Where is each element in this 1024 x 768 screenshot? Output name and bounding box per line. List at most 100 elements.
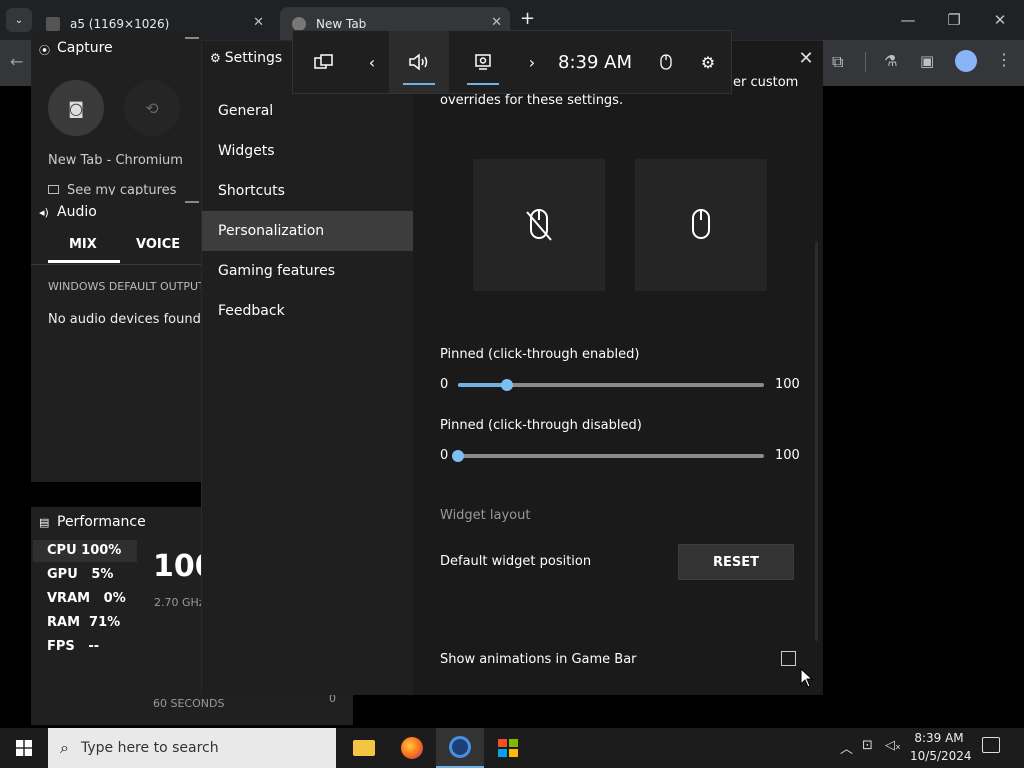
settings-title: ⚙ Settings — [210, 50, 283, 66]
mouse-crossed-icon — [526, 209, 552, 241]
nav-shortcuts[interactable]: Shortcuts — [202, 171, 413, 211]
nav-feedback[interactable]: Feedback — [202, 291, 413, 331]
widget-layout-header: Widget layout — [440, 508, 531, 523]
scrollbar[interactable] — [815, 241, 818, 641]
gallery-icon — [48, 185, 59, 194]
close-window-icon[interactable]: ✕ — [980, 0, 1020, 40]
slider2-thumb[interactable] — [452, 450, 464, 462]
firefox-logo — [401, 737, 423, 759]
reset-button[interactable]: RESET — [678, 544, 794, 580]
chevron-left-icon[interactable]: ‹ — [355, 31, 389, 93]
nav-gaming-features[interactable]: Gaming features — [202, 251, 413, 291]
taskbar-search-box[interactable]: ⌕ Type here to search — [48, 728, 336, 768]
metric-gpu[interactable]: GPU 5% — [47, 567, 113, 582]
capture-widget-button[interactable] — [453, 31, 513, 93]
close-tab-icon[interactable]: ✕ — [491, 15, 502, 30]
back-arrow-icon[interactable]: ← — [10, 52, 23, 71]
slider1-fill — [458, 383, 507, 387]
see-my-captures-link[interactable]: See my captures — [48, 183, 176, 195]
slider2-min: 0 — [440, 448, 449, 463]
chevron-right-icon[interactable]: › — [515, 31, 549, 93]
record-last-icon: ⟲ — [145, 98, 159, 118]
taskbar-date[interactable]: 10/5/2024 — [910, 749, 972, 763]
capture-widget-icon: ⦿ — [39, 44, 50, 57]
chromium-logo — [449, 736, 471, 758]
show-animations-checkbox[interactable] — [781, 651, 796, 666]
capture-source: New Tab - Chromium — [48, 153, 183, 168]
close-tab-icon[interactable]: ✕ — [253, 15, 264, 30]
screenshot-button[interactable]: ◙ — [48, 80, 104, 136]
mouse-passthrough-off-tile[interactable] — [473, 159, 605, 291]
tab-search-chevron-icon[interactable]: ⌄ — [6, 8, 32, 32]
metric-cpu[interactable]: CPU 100% — [47, 543, 121, 558]
mouse-icon — [692, 209, 710, 239]
profile-avatar-icon[interactable] — [955, 50, 977, 72]
taskbar-time[interactable]: 8:39 AM — [912, 731, 966, 745]
notifications-icon[interactable] — [982, 737, 1000, 753]
taskbar: ⌕ Type here to search ︿ ⊡ ◁ₓ 8:39 AM 10/… — [0, 728, 1024, 768]
minimize-widget-icon[interactable] — [185, 37, 199, 39]
metric-ram[interactable]: RAM 71% — [47, 615, 120, 630]
metric-fps[interactable]: FPS -- — [47, 639, 99, 654]
mouse-icon — [660, 54, 672, 70]
search-placeholder: Type here to search — [80, 740, 219, 756]
chromium-icon[interactable] — [436, 728, 484, 768]
widget-menu-button[interactable] — [293, 31, 355, 93]
performance-monitor-icon: ▤ — [39, 516, 50, 529]
show-hidden-icons-chevron-icon[interactable]: ︿ — [840, 738, 853, 757]
start-button[interactable] — [0, 728, 48, 768]
slider2-max: 100 — [775, 448, 800, 463]
settings-gear-icon[interactable]: ⚙ — [691, 31, 725, 93]
widget-menu-icon — [314, 54, 333, 69]
capture-title-bar[interactable]: ⦿ Capture — [31, 33, 201, 63]
windows-logo-icon — [16, 740, 32, 756]
nav-general[interactable]: General — [202, 91, 413, 131]
globe-icon — [292, 16, 306, 31]
capture-widget: ⦿ Capture ◙ ⟲ New Tab - Chromium See my … — [31, 33, 201, 198]
slider1-thumb[interactable] — [500, 379, 513, 391]
nav-widgets[interactable]: Widgets — [202, 131, 413, 171]
performance-title: Performance — [57, 514, 146, 530]
intro-text: overrides for these settings. — [440, 93, 624, 108]
slider2-track[interactable] — [452, 450, 764, 462]
metric-vram[interactable]: VRAM 0% — [47, 591, 126, 606]
tab-title: a5 (1169×1026) — [70, 16, 170, 31]
file-explorer-icon[interactable] — [340, 728, 388, 768]
audio-title-bar[interactable]: ◂) Audio — [31, 197, 201, 227]
restore-icon[interactable]: ❐ — [934, 0, 974, 40]
mouse-passthrough-button[interactable] — [649, 31, 683, 93]
slider1-max: 100 — [775, 377, 800, 392]
tab-voice[interactable]: VOICE — [136, 237, 180, 252]
audio-widget-button[interactable] — [389, 31, 449, 93]
volume-muted-icon[interactable]: ◁ₓ — [885, 738, 901, 753]
more-menu-icon[interactable]: ⋮ — [996, 50, 1012, 69]
tab-title: New Tab — [316, 16, 367, 31]
new-tab-button[interactable]: + — [520, 8, 535, 29]
record-last-button[interactable]: ⟲ — [124, 80, 180, 136]
firefox-icon[interactable] — [388, 728, 436, 768]
tab-mix[interactable]: MIX — [69, 237, 97, 252]
flask-icon[interactable]: ⚗ — [884, 52, 897, 70]
mouse-passthrough-on-tile[interactable] — [635, 159, 767, 291]
slider1-label: Pinned (click-through enabled) — [440, 347, 640, 362]
close-icon[interactable]: ✕ — [794, 46, 818, 70]
nav-personalization[interactable]: Personalization — [202, 211, 413, 251]
extensions-icon[interactable]: ⧉ — [832, 52, 843, 72]
slider2-label: Pinned (click-through disabled) — [440, 418, 642, 433]
active-tab-indicator — [48, 260, 120, 263]
settings-window: ⚙ Settings General Widgets Shortcuts Pers… — [201, 40, 823, 695]
game-bar-time: 8:39 AM — [558, 51, 632, 73]
speaker-icon: ◂) — [39, 206, 49, 219]
minimize-widget-icon[interactable] — [185, 201, 199, 203]
network-icon[interactable]: ⊡ — [862, 738, 873, 753]
store-logo — [498, 739, 518, 757]
capture-active-indicator — [467, 83, 499, 85]
graph-time-label: 60 SECONDS — [153, 697, 225, 710]
side-panel-icon[interactable]: ▣ — [920, 52, 934, 70]
minimize-icon[interactable]: — — [888, 0, 928, 40]
store-icon[interactable] — [484, 728, 532, 768]
capture-title: Capture — [57, 40, 113, 56]
settings-content: er custom overrides for these settings. … — [413, 41, 823, 695]
slider1-track[interactable] — [458, 379, 764, 391]
intro-text-partial: er custom — [733, 75, 799, 90]
